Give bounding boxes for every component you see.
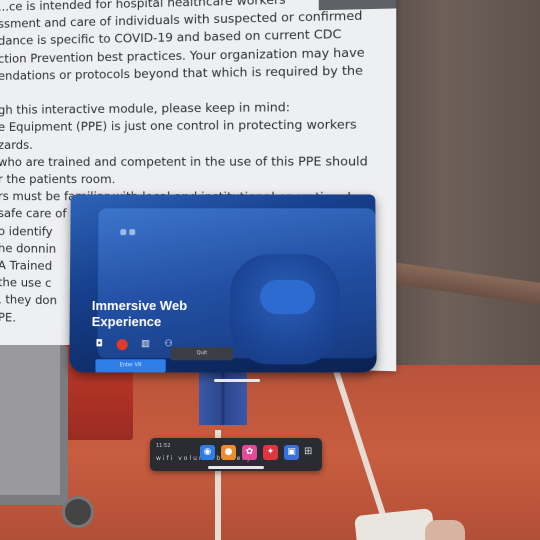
instruction-line — [0, 81, 388, 100]
app-grid-icon[interactable]: ⊞ — [304, 447, 312, 457]
hero-title: Immersive Web Experience — [92, 298, 262, 330]
blue-app-icon[interactable]: ▣ — [284, 445, 299, 460]
instruction-line: e Equipment (PPE) is just one control in… — [0, 117, 357, 135]
window-move-handle[interactable] — [214, 379, 260, 382]
orange-app-icon[interactable]: ● — [221, 445, 236, 460]
window-dot-icon[interactable] — [120, 229, 127, 236]
window-controls — [120, 220, 138, 239]
hero-title-line: Experience — [91, 314, 162, 330]
camera-icon[interactable]: ◘ — [94, 339, 105, 350]
browser-app-icon[interactable]: ◉ — [200, 445, 215, 460]
instruction-line: endations or protocols beyond that which… — [0, 62, 363, 83]
quit-button[interactable]: Quit — [170, 347, 234, 361]
chart-icon[interactable]: ▥ — [140, 339, 151, 350]
record-icon[interactable] — [116, 339, 128, 351]
window-dot-icon[interactable] — [129, 229, 136, 236]
bed-wheel — [62, 496, 94, 528]
vr-scene: ...ce is intended for hospital healthcar… — [0, 0, 540, 540]
user-hand — [425, 520, 465, 540]
red-app-icon[interactable]: ✦ — [263, 445, 278, 460]
instruction-line: who are trained and competent in the use… — [0, 153, 368, 169]
taskbar-apps: ◉ ● ✿ ✦ ▣ — [200, 445, 305, 464]
hero-title-line: Immersive Web — [91, 298, 188, 314]
instruction-line: gh this interactive module, please keep … — [0, 99, 291, 118]
taskbar-active-indicator — [208, 466, 264, 469]
hero-icon-row: ◘ ▥ ⚇ — [94, 334, 182, 353]
pink-app-icon[interactable]: ✿ — [242, 445, 257, 460]
bed-mattress — [0, 345, 60, 495]
browser-window[interactable]: Immersive Web Experience ◘ ▥ ⚇ Quit Ente… — [69, 194, 377, 373]
instruction-line: r the patients room. — [0, 171, 116, 187]
instruction-line: zards. — [0, 137, 33, 152]
hero-graphic-inner — [259, 280, 316, 315]
enter-vr-button[interactable]: Enter VR — [95, 359, 166, 373]
